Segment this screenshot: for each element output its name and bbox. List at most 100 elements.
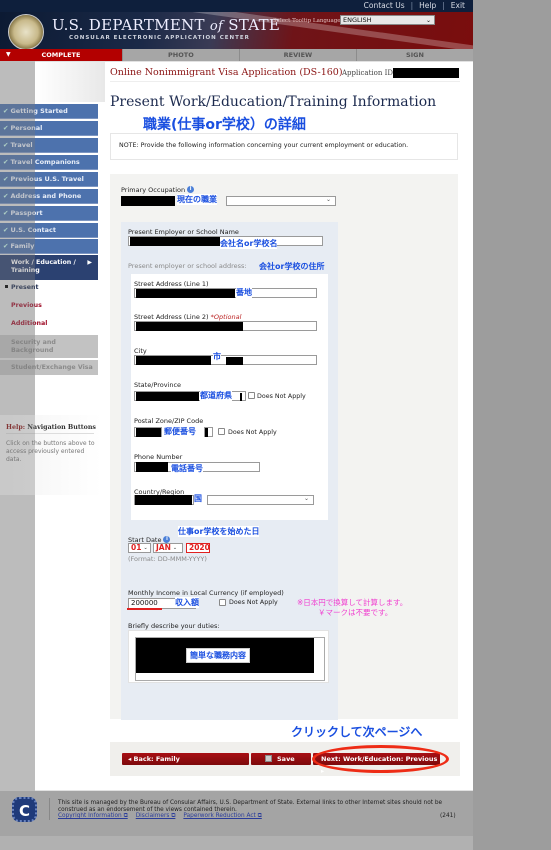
bullet-icon	[5, 285, 8, 288]
city-redacted-2	[226, 357, 243, 365]
tooltip-language-value: ENGLISH	[343, 16, 372, 24]
postal-redacted	[136, 428, 161, 437]
income-underline-highlight	[127, 608, 162, 610]
check-icon: ✔	[3, 175, 9, 183]
help-text: Click on the buttons above to access pre…	[6, 440, 95, 463]
page-title: Present Work/Education/Training Informat…	[110, 94, 437, 110]
save-icon	[265, 755, 272, 762]
help-prefix: Help:	[6, 424, 26, 431]
check-icon: ✔	[3, 158, 9, 166]
sidebar-item-us-contact[interactable]: ✔ U.S. Contact	[0, 223, 98, 238]
street2-label: Street Address (Line 2) *Optional	[134, 313, 241, 321]
postal-does-not-apply-checkbox[interactable]	[218, 428, 225, 435]
help-title: Help: Navigation Buttons	[6, 424, 96, 431]
sidebar-item-label: Personal	[10, 124, 43, 132]
sidebar-item-personal[interactable]: ✔ Personal	[0, 121, 98, 136]
sidebar-item-address-and-phone[interactable]: ✔ Address and Phone	[0, 189, 98, 204]
sidebar-sub-previous[interactable]: Previous	[11, 302, 42, 309]
sidebar-item-travel[interactable]: ✔ Travel	[0, 138, 98, 153]
right-gutter	[473, 0, 551, 850]
employer-name-label: Present Employer or School Name	[128, 228, 239, 236]
step-complete: ▼ COMPLETE	[0, 49, 122, 61]
start-day-value: 01	[131, 543, 142, 552]
sidebar-item-label: Travel Companions	[10, 158, 80, 166]
state-redacted	[136, 392, 199, 401]
employer-name-redacted	[130, 237, 220, 246]
country-select[interactable]: ⌄	[207, 495, 314, 505]
disclaimers-link[interactable]: Disclaimers ⧉	[136, 813, 176, 820]
check-icon: ✔	[3, 242, 9, 250]
contact-us-link[interactable]: Contact Us	[364, 0, 405, 12]
copyright-link[interactable]: Copyright Information ⧉	[58, 813, 128, 820]
jp-annotation: 郵便番号	[164, 426, 196, 437]
date-format-hint: (Format: DD-MMM-YYYY)	[128, 555, 207, 563]
triangle-down-icon: ▼	[6, 51, 11, 58]
sidebar-sub-additional[interactable]: Additional	[11, 320, 47, 327]
jp-annotation: 仕事or学校を始めた日	[178, 526, 260, 537]
label-text: Primary Occupation	[121, 186, 186, 194]
info-icon[interactable]: i	[163, 536, 171, 543]
start-day-select[interactable]: 01 ⌄	[128, 543, 151, 553]
start-month-select[interactable]: JAN ⌄	[153, 543, 183, 553]
footer-links: Copyright Information ⧉ Disclaimers ⧉ Pa…	[58, 813, 262, 820]
save-label: Save	[277, 755, 295, 763]
divider: |	[410, 1, 414, 10]
sidebar-item-previous-us-travel[interactable]: ✔ Previous U.S. Travel	[0, 172, 98, 187]
sidebar-item-label: U.S. Contact	[10, 226, 56, 234]
paperwork-reduction-act-link[interactable]: Paperwork Reduction Act ⧉	[183, 813, 261, 820]
jp-annotation: 電話番号	[171, 463, 203, 474]
app-title: Online Nonimmigrant Visa Application (DS…	[110, 67, 343, 78]
income-does-not-apply-checkbox[interactable]	[219, 599, 226, 606]
primary-occupation-redacted	[121, 196, 175, 206]
consular-affairs-logo-icon: C	[12, 797, 37, 822]
step-label: SIGN	[406, 51, 424, 59]
save-button[interactable]: Save	[251, 753, 311, 765]
check-icon: ✔	[3, 107, 9, 115]
primary-occupation-select[interactable]: ⌄	[226, 196, 336, 206]
application-id-redacted	[393, 68, 459, 78]
site-banner: U.S. DEPARTMENT of STATE CONSULAR ELECTR…	[0, 12, 473, 49]
chevron-down-icon: ⌄	[172, 545, 178, 551]
divider	[6, 433, 94, 434]
jp-annotation: 番地	[236, 287, 252, 298]
sidebar-item-passport[interactable]: ✔ Passport	[0, 206, 98, 221]
check-icon: ✔	[3, 124, 9, 132]
click-annotation: クリックして次ページへ	[291, 725, 423, 739]
site-subtitle: CONSULAR ELECTRONIC APPLICATION CENTER	[69, 35, 250, 41]
state-does-not-apply-label: Does Not Apply	[257, 393, 306, 400]
sidebar-item-getting-started[interactable]: ✔ Getting Started	[0, 104, 98, 119]
country-redacted	[135, 495, 192, 505]
street1-redacted	[136, 289, 235, 298]
optional-tag: *Optional	[210, 313, 242, 321]
sidebar-item-label: Family	[10, 242, 35, 250]
label-text: Street Address (Line 2)	[134, 313, 209, 321]
sidebar-item-label: Previous U.S. Travel	[10, 175, 84, 183]
phone-redacted	[136, 462, 168, 472]
sidebar-item-family[interactable]: ✔ Family	[0, 239, 98, 254]
help-link[interactable]: Help	[419, 0, 436, 12]
tooltip-language-select[interactable]: ENGLISH ⌄	[340, 15, 435, 25]
income-does-not-apply-label: Does Not Apply	[229, 599, 278, 606]
jp-annotation: 会社名or学校名	[220, 238, 278, 249]
site-title: U.S. DEPARTMENT of STATE	[52, 16, 280, 34]
postal-does-not-apply-label: Does Not Apply	[228, 429, 277, 436]
page-code: (241)	[440, 813, 456, 819]
start-year-input[interactable]: 2020	[186, 543, 210, 553]
step-photo: PHOTO	[121, 49, 239, 61]
info-icon[interactable]: i	[187, 186, 195, 193]
address-heading: Present employer or school address:	[128, 262, 247, 270]
sidebar-item-work-education[interactable]: Work / Education / Training ▶	[0, 255, 98, 280]
income-note-line2: ￥マークは不要です。	[318, 608, 393, 617]
sidebar-sub-present[interactable]: Present	[11, 284, 39, 291]
step-label: REVIEW	[283, 51, 313, 59]
sidebar-item-travel-companions[interactable]: ✔ Travel Companions	[0, 155, 98, 170]
exit-link[interactable]: Exit	[451, 0, 465, 12]
chevron-down-icon: ⌄	[303, 495, 309, 502]
state-department-seal-icon	[8, 14, 44, 49]
top-links: Contact Us | Help | Exit	[364, 0, 465, 12]
divider: |	[442, 1, 445, 10]
postal-label: Postal Zone/ZIP Code	[134, 417, 204, 425]
back-button[interactable]: ◂ Back: Family	[122, 753, 249, 765]
duties-label: Briefly describe your duties:	[128, 622, 220, 630]
state-does-not-apply-checkbox[interactable]	[248, 392, 255, 399]
